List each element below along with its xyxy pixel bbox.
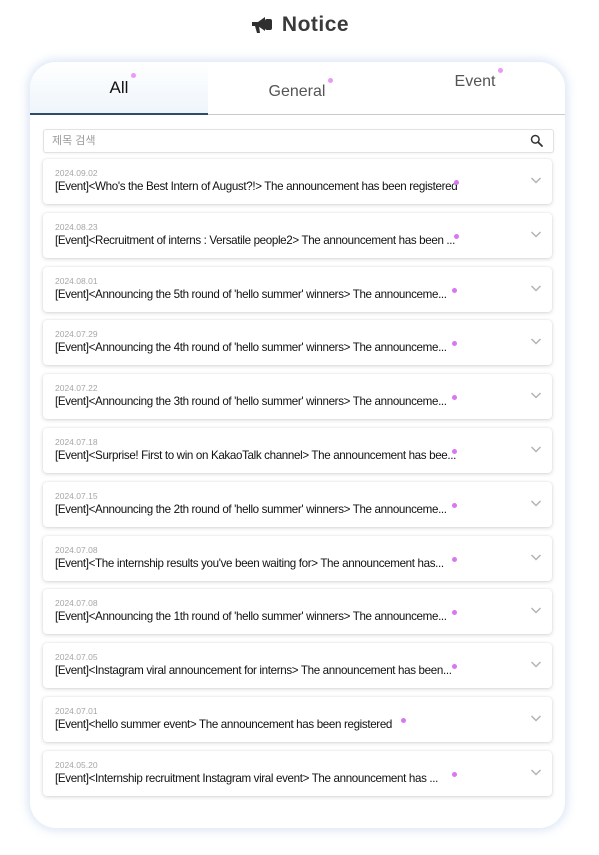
notice-date: 2024.07.18	[55, 436, 98, 447]
notice-item[interactable]: 2024.08.01 [Event]<Announcing the 5th rou…	[43, 266, 552, 312]
chevron-down-icon[interactable]	[530, 660, 542, 669]
notice-title: [Event]<Who's the Best Intern of August?…	[55, 180, 458, 193]
new-dot-icon	[401, 717, 406, 723]
notice-date: 2024.07.29	[55, 329, 98, 340]
notice-date: 2024.07.22	[55, 383, 98, 394]
search-input[interactable]	[52, 130, 522, 152]
chevron-down-icon[interactable]	[530, 284, 542, 293]
notice-title: [Event]<Instagram viral announcement for…	[55, 664, 452, 678]
notice-item[interactable]: 2024.07.29 [Event]<Announcing the 4th rou…	[43, 320, 552, 366]
notice-item[interactable]: 2024.07.08 [Event]<Announcing the 1th rou…	[43, 589, 552, 635]
tab-event-text: Event	[454, 73, 496, 90]
tab-all-label: All	[109, 73, 137, 98]
notice-item[interactable]: 2024.09.02 [Event]<Who's the Best Intern …	[43, 159, 552, 204]
chevron-down-icon[interactable]	[530, 553, 542, 562]
tab-all-text: All	[109, 78, 129, 97]
notice-title: [Event]<Announcing the 2th round of 'hel…	[55, 502, 447, 516]
notice-item[interactable]: 2024.07.18 [Event]<Surprise! First to win…	[43, 427, 552, 473]
chevron-down-icon[interactable]	[530, 176, 542, 185]
notice-title: [Event]<Internship recruitment Instagram…	[55, 771, 438, 785]
notice-title: [Event]<Announcing the 4th round of 'hel…	[55, 341, 447, 355]
search-icon[interactable]	[530, 134, 543, 147]
new-dot-icon	[454, 180, 459, 185]
new-dot-icon	[498, 68, 504, 73]
notice-item[interactable]: 2024.07.08 [Event]<The internship results…	[43, 535, 552, 581]
page-title: Notice	[281, 13, 350, 36]
notice-item[interactable]: 2024.07.15 [Event]<Announcing the 2th rou…	[43, 481, 552, 527]
notice-title: [Event]<Surprise! First to win on KakaoT…	[55, 448, 457, 462]
chevron-down-icon[interactable]	[530, 337, 542, 346]
new-dot-icon	[452, 771, 457, 777]
notice-panel: All General Event 2024.09.02 [Event]<Who'…	[30, 62, 565, 828]
new-dot-icon	[131, 73, 137, 78]
notice-date: 2024.08.01	[55, 275, 98, 286]
tab-event[interactable]: Event	[386, 62, 564, 114]
notice-item[interactable]: 2024.07.22 [Event]<Announcing the 3th rou…	[43, 374, 552, 420]
notice-date: 2024.07.08	[55, 544, 98, 555]
chevron-down-icon[interactable]	[530, 499, 542, 508]
notice-item[interactable]: 2024.08.23 [Event]<Recruitment of interns…	[43, 212, 552, 258]
chevron-down-icon[interactable]	[530, 391, 542, 400]
tab-general-text: General	[268, 83, 326, 100]
notice-date: 2024.05.20	[55, 759, 98, 770]
tab-general[interactable]: General	[208, 62, 386, 114]
chevron-down-icon[interactable]	[530, 606, 542, 615]
new-dot-icon	[452, 287, 457, 293]
notice-item[interactable]: 2024.07.05 [Event]<Instagram viral announ…	[43, 643, 552, 689]
tab-general-label: General	[268, 78, 334, 101]
page-header: Notice	[0, 8, 599, 42]
tab-bar: All General Event	[30, 62, 565, 115]
new-dot-icon	[452, 556, 457, 562]
search-box	[43, 129, 554, 153]
notice-list: 2024.09.02 [Event]<Who's the Best Intern …	[43, 159, 552, 805]
notice-date: 2024.07.15	[55, 490, 98, 501]
chevron-down-icon[interactable]	[530, 230, 542, 239]
notice-title: [Event]<Recruitment of interns : Versati…	[55, 233, 456, 247]
notice-date: 2024.08.23	[55, 221, 98, 232]
tab-event-label: Event	[454, 68, 504, 91]
notice-date: 2024.07.01	[55, 705, 98, 716]
active-tab-underline	[30, 113, 208, 115]
megaphone-icon	[251, 17, 272, 33]
notice-date: 2024.07.05	[55, 652, 98, 663]
new-dot-icon	[454, 233, 459, 239]
new-dot-icon	[452, 448, 457, 454]
new-dot-icon	[328, 78, 334, 83]
notice-item[interactable]: 2024.07.01 [Event]<hello summer event> Th…	[43, 696, 552, 742]
chevron-down-icon[interactable]	[530, 714, 542, 723]
chevron-down-icon[interactable]	[530, 445, 542, 454]
notice-date: 2024.09.02	[55, 168, 98, 178]
notice-title: [Event]<Announcing the 3th round of 'hel…	[55, 395, 447, 409]
notice-date: 2024.07.08	[55, 598, 98, 609]
notice-item[interactable]: 2024.05.20 [Event]<Internship recruitment…	[43, 750, 552, 796]
notice-title: [Event]<The internship results you've be…	[55, 556, 444, 570]
notice-title: [Event]<Announcing the 5th round of 'hel…	[55, 287, 447, 301]
new-dot-icon	[452, 502, 457, 508]
tab-all[interactable]: All	[30, 62, 208, 115]
notice-title: [Event]<Announcing the 1th round of 'hel…	[55, 610, 447, 624]
chevron-down-icon[interactable]	[530, 768, 542, 777]
